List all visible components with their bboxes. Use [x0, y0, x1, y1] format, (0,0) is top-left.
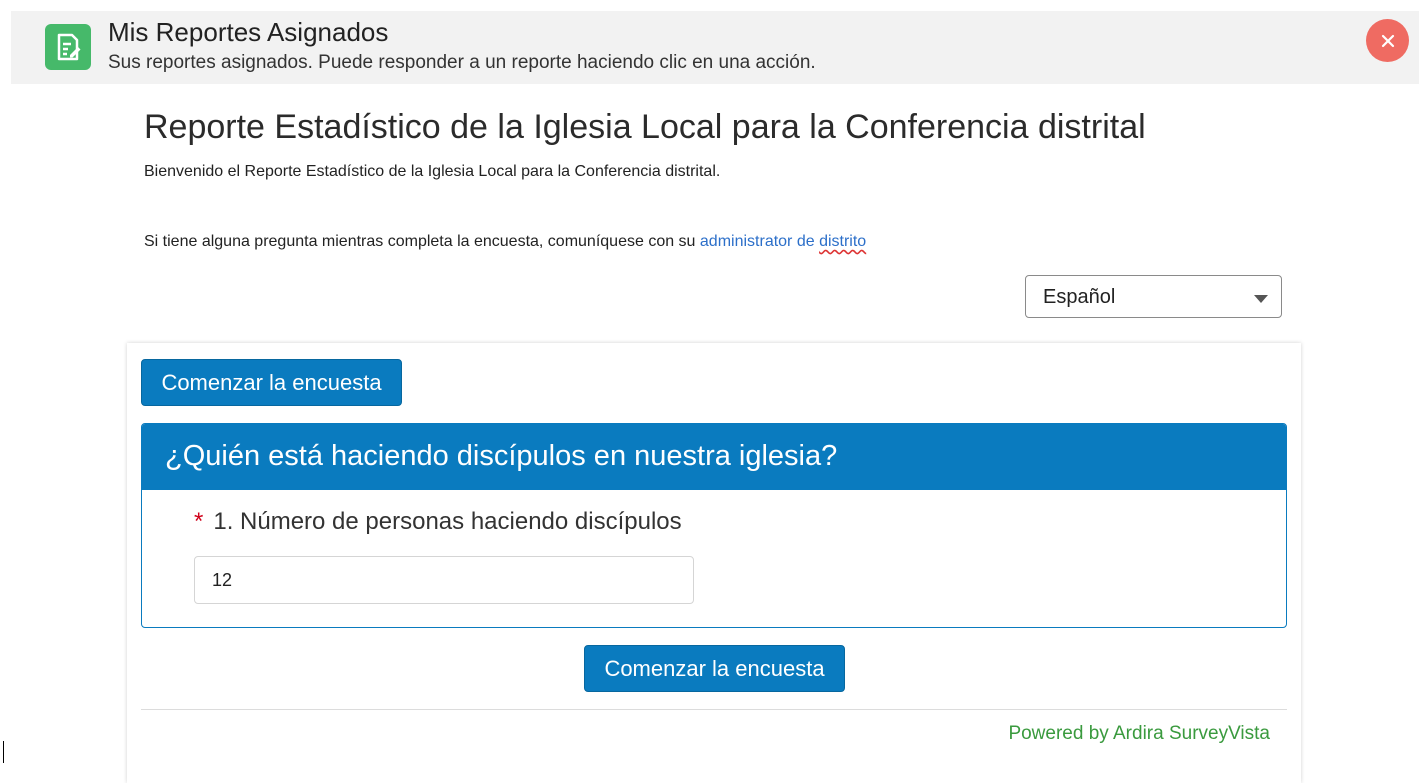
- close-icon: [1381, 34, 1394, 47]
- answer-input[interactable]: [194, 556, 694, 604]
- district-admin-link-part1: administrator de: [699, 233, 815, 250]
- survey-card: Comenzar la encuesta ¿Quién está haciend…: [127, 343, 1301, 783]
- footer-divider: [141, 709, 1287, 710]
- district-admin-link[interactable]: administrator de distrito: [700, 233, 866, 250]
- powered-by-text: Powered by Ardira SurveyVista: [1008, 723, 1270, 744]
- header-subtitle: Sus reportes asignados. Puede responder …: [108, 52, 816, 73]
- question-section: ¿Quién está haciendo discípulos en nuest…: [141, 423, 1287, 628]
- text-cursor: [3, 741, 4, 763]
- district-admin-link-part2: distrito: [819, 233, 867, 250]
- section-header: ¿Quién está haciendo discípulos en nuest…: [142, 424, 1286, 490]
- header-title: Mis Reportes Asignados: [108, 17, 389, 47]
- close-button[interactable]: [1366, 19, 1409, 62]
- contact-text: Si tiene alguna pregunta mientras comple…: [144, 233, 866, 251]
- language-selected-value: Español: [1043, 286, 1116, 308]
- question-label: * 1. Número de personas haciendo discípul…: [194, 508, 682, 536]
- start-survey-button-bottom[interactable]: Comenzar la encuesta: [584, 645, 845, 692]
- contact-message: Si tiene alguna pregunta mientras comple…: [144, 233, 696, 250]
- section-title: ¿Quién está haciendo discípulos en nuest…: [165, 440, 838, 472]
- required-mark: *: [194, 508, 204, 535]
- start-survey-button-top[interactable]: Comenzar la encuesta: [141, 359, 402, 406]
- chevron-down-icon: [1254, 295, 1268, 303]
- question-text: 1. Número de personas haciendo discípulo…: [213, 508, 682, 535]
- app-header: Mis Reportes Asignados Sus reportes asig…: [11, 11, 1419, 84]
- survey-title: Reporte Estadístico de la Iglesia Local …: [144, 108, 1146, 146]
- report-edit-icon: [45, 24, 91, 70]
- welcome-text: Bienvenido el Reporte Estadístico de la …: [144, 163, 721, 180]
- language-select[interactable]: Español: [1025, 275, 1282, 318]
